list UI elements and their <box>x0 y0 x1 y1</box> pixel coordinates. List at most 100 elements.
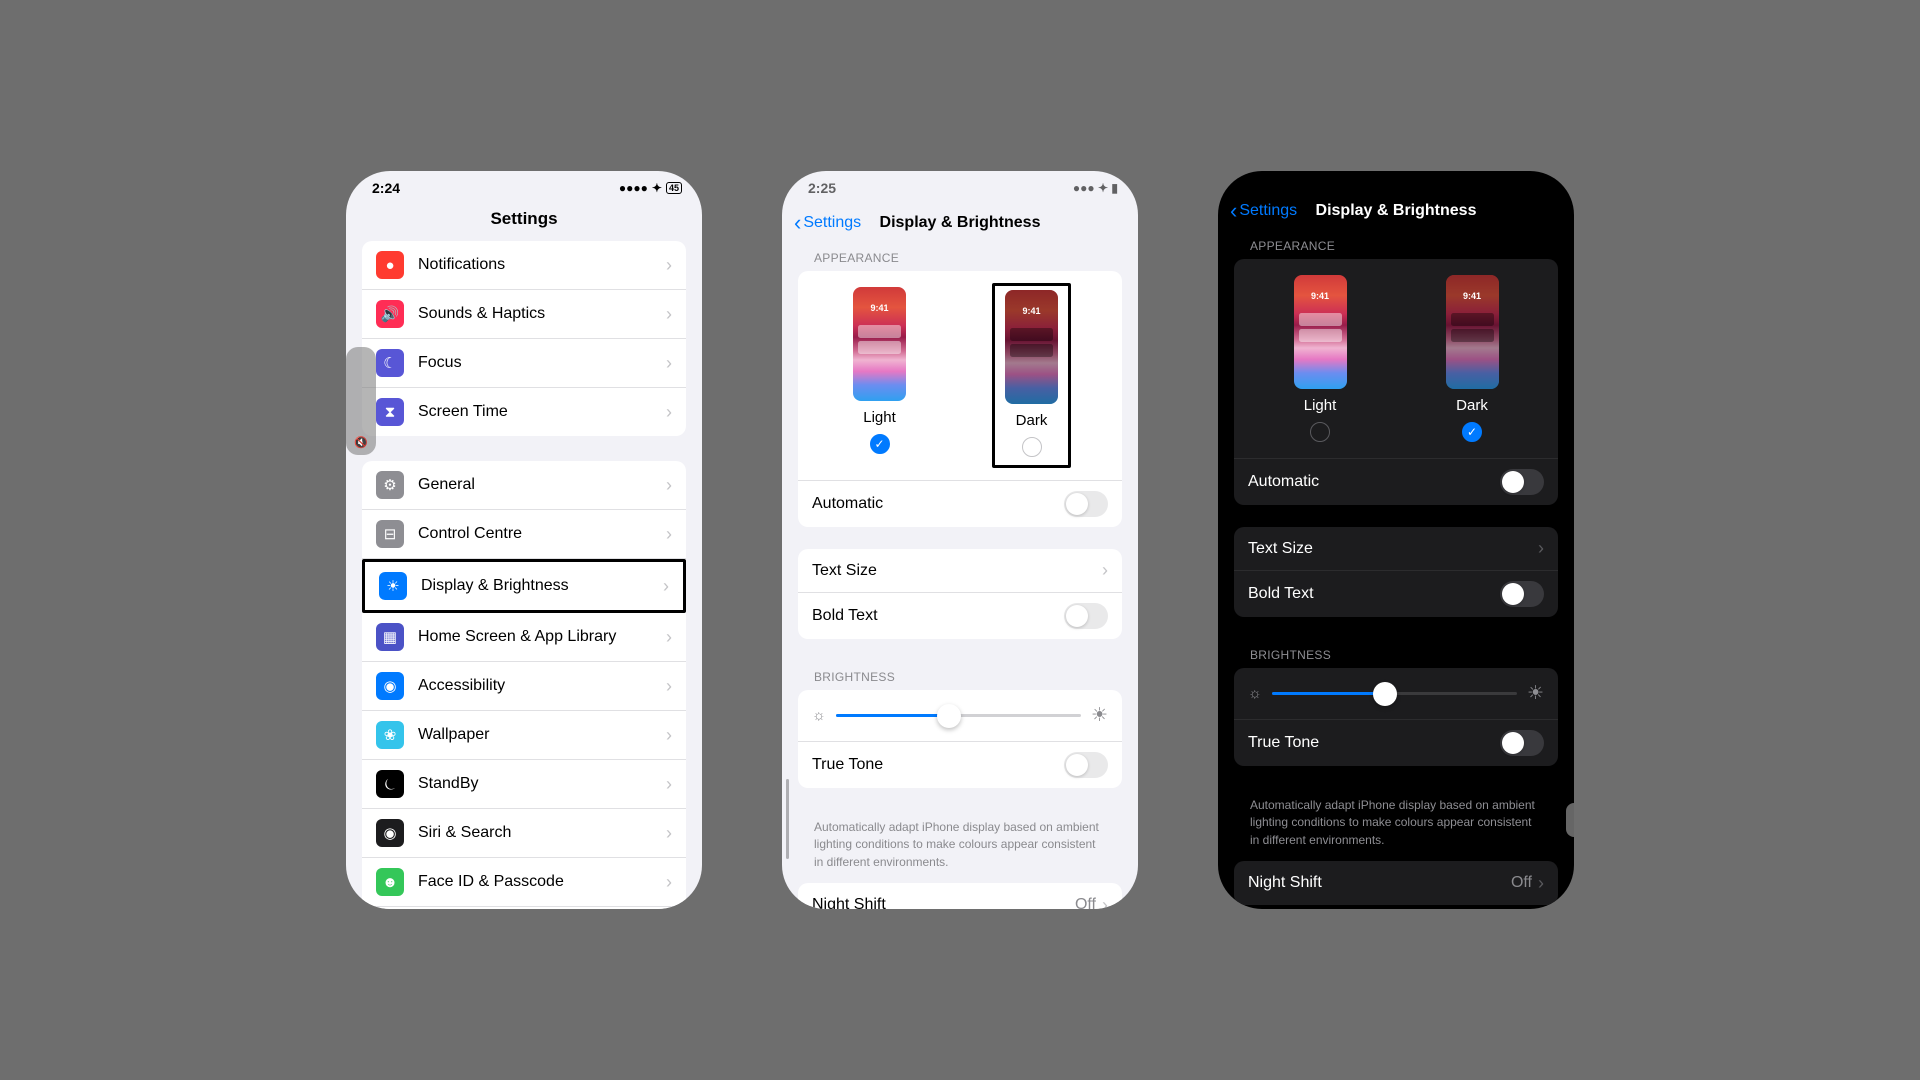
settings-row-control-centre[interactable]: ⊟ Control Centre› <box>362 510 686 559</box>
text-size-row[interactable]: Text Size › <box>1234 527 1558 571</box>
light-radio[interactable] <box>1310 422 1330 442</box>
chevron-right-icon: › <box>1102 560 1108 581</box>
accessibility-icon: ◉ <box>376 672 404 700</box>
row-label: StandBy <box>418 775 666 793</box>
dark-radio[interactable]: ✓ <box>1462 422 1482 442</box>
text-size-row[interactable]: Text Size › <box>798 549 1122 593</box>
bold-text-row[interactable]: Bold Text <box>1234 571 1558 617</box>
settings-content: Settings ●Notifications›🔊Sounds & Haptic… <box>346 201 702 909</box>
volume-indicator: 🔇 <box>346 347 376 455</box>
status-time: 2:24 <box>372 180 400 196</box>
night-shift-row[interactable]: Night Shift Off › <box>1234 861 1558 905</box>
automatic-label: Automatic <box>1248 473 1500 491</box>
true-tone-label: True Tone <box>1248 734 1500 752</box>
back-button[interactable]: ‹ Settings <box>1230 198 1297 224</box>
true-tone-row[interactable]: True Tone <box>1234 720 1558 766</box>
light-radio[interactable]: ✓ <box>870 434 890 454</box>
night-shift-label: Night Shift <box>812 896 1075 909</box>
chevron-right-icon: › <box>666 353 672 374</box>
display-icon: ☀ <box>379 572 407 600</box>
true-tone-toggle[interactable] <box>1500 730 1544 756</box>
automatic-label: Automatic <box>812 495 1064 513</box>
automatic-toggle[interactable] <box>1064 491 1108 517</box>
light-preview: 9:41 <box>1294 275 1347 389</box>
appearance-light[interactable]: 9:41 Light ✓ <box>849 283 910 468</box>
phone-settings-light: 2:24 ●●●● ✦ 45 Settings ●Notifications›🔊… <box>346 171 702 909</box>
brightness-header: BRIGHTNESS <box>782 664 1138 690</box>
settings-row-face-id-passcode[interactable]: ☻Face ID & Passcode› <box>362 858 686 907</box>
cellular-icon: ●●●● <box>619 181 648 195</box>
settings-row-sounds-haptics[interactable]: 🔊Sounds & Haptics› <box>362 290 686 339</box>
appearance-header: APPEARANCE <box>1218 233 1574 259</box>
back-button[interactable]: ‹ Settings <box>794 210 861 236</box>
status-icons: ●●●● ✦ 45 <box>619 181 682 195</box>
status-bar <box>1218 171 1574 189</box>
brightness-group: ☼ ☀ True Tone <box>798 690 1122 788</box>
wallpaper-icon: ❀ <box>376 721 404 749</box>
text-group: Text Size › Bold Text <box>1234 527 1558 617</box>
row-label: Accessibility <box>418 677 666 695</box>
bold-text-row[interactable]: Bold Text <box>798 593 1122 639</box>
bold-text-toggle[interactable] <box>1500 581 1544 607</box>
control-centre-icon: ⊟ <box>376 520 404 548</box>
nav-header: ‹ Settings Display & Brightness <box>782 201 1138 245</box>
row-label: Wallpaper <box>418 726 666 744</box>
bold-text-toggle[interactable] <box>1064 603 1108 629</box>
true-tone-toggle[interactable] <box>1064 752 1108 778</box>
chevron-left-icon: ‹ <box>794 210 801 236</box>
settings-row-notifications[interactable]: ●Notifications› <box>362 241 686 290</box>
settings-row-wallpaper[interactable]: ❀Wallpaper› <box>362 711 686 760</box>
sun-large-icon: ☀ <box>1091 704 1108 727</box>
page-title: Display & Brightness <box>1316 202 1477 220</box>
settings-row-home-screen-app-library[interactable]: ▦Home Screen & App Library› <box>362 613 686 662</box>
settings-row-accessibility[interactable]: ◉Accessibility› <box>362 662 686 711</box>
nav-header: ‹ Settings Display & Brightness <box>1218 189 1574 233</box>
status-icons: ●●● ✦ ▮ <box>1073 181 1118 195</box>
appearance-light[interactable]: 9:41 Light <box>1290 271 1351 446</box>
row-label: Control Centre <box>418 525 666 543</box>
automatic-toggle[interactable] <box>1500 469 1544 495</box>
chevron-right-icon: › <box>666 402 672 423</box>
text-size-label: Text Size <box>1248 540 1538 558</box>
settings-row-focus[interactable]: ☾Focus› <box>362 339 686 388</box>
night-shift-group: Night Shift Off › <box>1234 861 1558 905</box>
settings-row-screen-time[interactable]: ⧗Screen Time› <box>362 388 686 436</box>
true-tone-row[interactable]: True Tone <box>798 742 1122 788</box>
night-shift-row[interactable]: Night Shift Off › <box>798 883 1122 909</box>
homescreen-icon: ▦ <box>376 623 404 651</box>
brightness-slider[interactable] <box>836 714 1081 717</box>
automatic-row[interactable]: Automatic <box>1234 459 1558 505</box>
chevron-right-icon: › <box>663 576 669 597</box>
chevron-right-icon: › <box>666 774 672 795</box>
settings-row-general[interactable]: ⚙General› <box>362 461 686 510</box>
chevron-right-icon: › <box>666 524 672 545</box>
chevron-right-icon: › <box>1538 873 1544 894</box>
brightness-slider[interactable] <box>1272 692 1517 695</box>
automatic-row[interactable]: Automatic <box>798 481 1122 527</box>
appearance-group: 9:41 Light 9:41 Dark ✓ Automatic <box>1234 259 1558 505</box>
bold-text-label: Bold Text <box>812 607 1064 625</box>
chevron-right-icon: › <box>666 872 672 893</box>
appearance-options: 9:41 Light ✓ 9:41 Dark <box>798 283 1122 481</box>
back-label: Settings <box>1239 202 1297 220</box>
settings-row-display-brightness[interactable]: ☀Display & Brightness› <box>362 559 686 613</box>
dark-radio[interactable] <box>1022 437 1042 457</box>
light-preview: 9:41 <box>853 287 906 401</box>
appearance-dark[interactable]: 9:41 Dark ✓ <box>1442 271 1503 446</box>
status-time: 2:25 <box>808 180 836 196</box>
brightness-slider-row[interactable]: ☼ ☀ <box>798 690 1122 742</box>
display-content: APPEARANCE 9:41 Light 9:41 Dark <box>1218 233 1574 909</box>
siri-icon: ◉ <box>376 819 404 847</box>
true-tone-label: True Tone <box>812 756 1064 774</box>
night-shift-value: Off <box>1511 874 1532 892</box>
page-title: Settings <box>346 201 702 241</box>
settings-row-standby[interactable]: ⏾StandBy› <box>362 760 686 809</box>
chevron-right-icon: › <box>666 475 672 496</box>
night-shift-value: Off <box>1075 896 1096 909</box>
volume-indicator-partial <box>1566 803 1574 837</box>
settings-row-siri-search[interactable]: ◉Siri & Search› <box>362 809 686 858</box>
scroll-indicator <box>786 779 789 859</box>
settings-row-emergency-sos[interactable]: SOSEmergency SOS› <box>362 907 686 909</box>
appearance-dark[interactable]: 9:41 Dark <box>992 283 1071 468</box>
brightness-slider-row[interactable]: ☼ ☀ <box>1234 668 1558 720</box>
